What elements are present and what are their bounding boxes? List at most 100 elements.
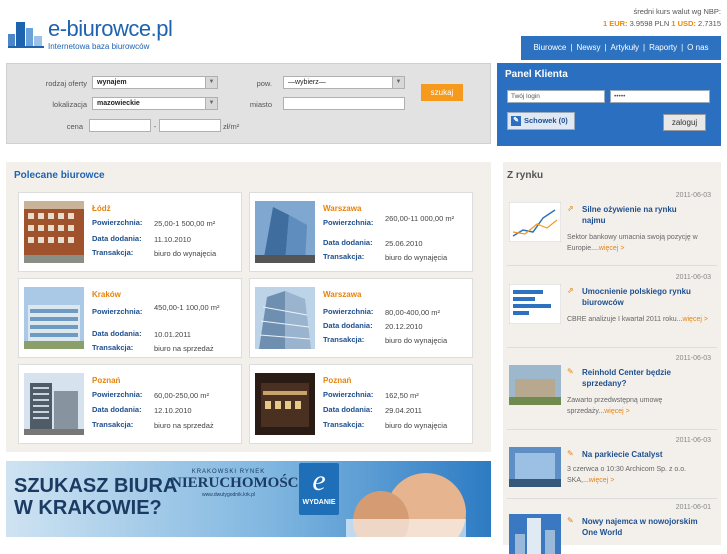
area-value: 80,00-400,00 m²: [385, 308, 441, 317]
banner-market-url: www.dwutygodnik.krk.pl: [201, 492, 256, 498]
office-card[interactable]: Warszawa Powierzchnia: 260,00-11 000,00 …: [249, 192, 473, 272]
office-photo: [24, 373, 84, 435]
market-title: Z rynku: [507, 170, 544, 181]
news-item[interactable]: 2011-06-03 ⇗ Silne ożywienie na rynku na…: [503, 192, 721, 262]
featured-title: Polecane biurowce: [14, 170, 105, 181]
date-key: Data dodania:: [92, 405, 142, 414]
office-photo: [24, 201, 84, 263]
ad-banner[interactable]: SZUKASZ BIURA W KRAKOWIE? KRAKOWSKI RYNE…: [6, 461, 491, 537]
type-key: Transakcja:: [92, 420, 134, 429]
search-button[interactable]: szukaj: [421, 84, 463, 101]
area-value: 450,00-1 100,00 m²: [154, 303, 220, 312]
news-item[interactable]: 2011-06-03 ✎ Na parkiecie Catalyst 3 cze…: [503, 437, 721, 507]
office-city[interactable]: Poznań: [323, 376, 351, 385]
city-input[interactable]: [283, 97, 405, 110]
chart-icon: ⇗: [567, 286, 574, 295]
nav-item-o-nas[interactable]: O nas: [687, 43, 708, 52]
office-city[interactable]: Poznań: [92, 376, 120, 385]
panel-title: Panel Klienta: [505, 69, 568, 80]
divider: [507, 347, 717, 348]
area-key: Powierzchnia:: [92, 307, 143, 316]
banner-headline: SZUKASZ BIURA W KRAKOWIE?: [14, 475, 177, 519]
office-city[interactable]: Kraków: [92, 290, 121, 299]
office-card[interactable]: Poznań Powierzchnia: 60,00-250,00 m² Dat…: [18, 364, 242, 444]
area-value: —wybierz—: [288, 79, 326, 86]
news-title[interactable]: Silne ożywienie na rynku najmu: [582, 204, 700, 226]
price-separator: -: [153, 122, 157, 131]
news-more-link[interactable]: więcej >: [589, 477, 614, 484]
client-panel: Panel Klienta Twój login ••••• ✎ Schowek…: [497, 63, 721, 146]
nav-item-newsy[interactable]: Newsy: [576, 43, 600, 52]
area-value: 25,00-1 500,00 m²: [154, 219, 216, 228]
news-more-link[interactable]: więcej >: [682, 316, 707, 323]
login-button[interactable]: zaloguj: [663, 114, 706, 131]
date-value: 20.12.2010: [385, 322, 423, 331]
banner-market-title: NIERUCHOMOŚCI: [171, 475, 305, 491]
area-select[interactable]: —wybierz— ▼: [283, 76, 405, 89]
edit-icon: ✎: [567, 516, 574, 525]
city-label: miasto: [249, 100, 272, 109]
office-card[interactable]: Kraków Powierzchnia: 450,00-1 100,00 m² …: [18, 278, 242, 358]
nav-item-artykuly[interactable]: Artykuły: [611, 43, 639, 52]
area-value: 60,00-250,00 m²: [154, 391, 210, 400]
price-unit: zł/m²: [223, 122, 240, 131]
brand-name: e-biurowce.pl: [48, 16, 173, 41]
password-input[interactable]: •••••: [610, 90, 710, 103]
office-card[interactable]: Warszawa Powierzchnia: 80,00-400,00 m² D…: [249, 278, 473, 358]
news-item[interactable]: 2011-06-01 ✎ Nowy najemca w nowojorskim …: [503, 504, 721, 554]
office-card[interactable]: Łódź Powierzchnia: 25,00-1 500,00 m² Dat…: [18, 192, 242, 272]
site-logo[interactable]: e-biurowce.pl Internetowa baza biurowców: [8, 10, 178, 54]
office-photo: [255, 201, 315, 263]
eur-label: 1 EUR:: [602, 19, 628, 28]
news-title[interactable]: Umocnienie polskiego rynku biurowców: [582, 286, 700, 308]
type-key: Transakcja:: [92, 248, 134, 257]
location-select[interactable]: mazowieckie ▼: [92, 97, 218, 110]
news-date: 2011-06-03: [675, 355, 711, 362]
news-title[interactable]: Nowy najemca w nowojorskim One World: [582, 516, 700, 538]
office-city[interactable]: Warszawa: [323, 204, 361, 213]
office-city[interactable]: Warszawa: [323, 290, 361, 299]
chevron-down-icon: ▼: [205, 77, 217, 88]
clipboard-button[interactable]: ✎ Schowek (0): [507, 112, 575, 130]
area-key: Powierzchnia:: [323, 390, 374, 399]
divider: [507, 429, 717, 430]
type-value: biuro na sprzedaż: [154, 344, 214, 353]
news-title[interactable]: Na parkiecie Catalyst: [582, 449, 700, 460]
offer-type-value: wynajem: [97, 79, 127, 86]
price-from-input[interactable]: [89, 119, 151, 132]
type-key: Transakcja:: [92, 343, 134, 352]
type-key: Transakcja:: [323, 335, 365, 344]
clipboard-label: Schowek: [524, 116, 557, 125]
chevron-down-icon: ▼: [392, 77, 404, 88]
offer-type-select[interactable]: wynajem ▼: [92, 76, 218, 89]
office-card[interactable]: Poznań Powierzchnia: 162,50 m² Data doda…: [249, 364, 473, 444]
news-thumbnail: [509, 514, 561, 554]
office-city[interactable]: Łódź: [92, 204, 111, 213]
news-more-link[interactable]: więcej >: [599, 245, 624, 252]
type-value: biuro do wynajęcia: [385, 421, 448, 430]
login-input[interactable]: Twój login: [507, 90, 605, 103]
date-value: 11.10.2010: [154, 235, 191, 244]
news-text: CBRE analizuje I kwartał 2011 roku...wię…: [567, 314, 717, 325]
news-thumbnail: [509, 447, 561, 487]
news-title[interactable]: Reinhold Center będzie sprzedany?: [582, 367, 700, 389]
news-excerpt: Sektor bankowy umacnia swoją pozycję w E…: [567, 234, 698, 252]
type-key: Transakcja:: [323, 252, 365, 261]
edition-label: WYDANIE: [302, 499, 336, 506]
location-value: mazowieckie: [97, 100, 140, 107]
office-photo: [24, 287, 84, 349]
price-to-input[interactable]: [159, 119, 221, 132]
date-value: 25.06.2010: [385, 239, 423, 248]
news-more-link[interactable]: więcej >: [604, 408, 629, 415]
nav-item-raporty[interactable]: Raporty: [649, 43, 677, 52]
edit-icon: ✎: [511, 116, 521, 126]
news-date: 2011-06-03: [675, 274, 711, 281]
news-text: Zawarto przedwstępną umowę sprzedaży...w…: [567, 395, 717, 417]
nav-item-biurowce[interactable]: Biurowce: [533, 43, 566, 52]
clipboard-count: 0: [561, 116, 566, 125]
news-item[interactable]: 2011-06-03 ✎ Reinhold Center będzie sprz…: [503, 355, 721, 425]
divider: [507, 265, 717, 266]
news-thumbnail: [509, 365, 561, 405]
news-item[interactable]: 2011-06-03 ⇗ Umocnienie polskiego rynku …: [503, 274, 721, 344]
usd-label: 1 USD:: [671, 19, 696, 28]
